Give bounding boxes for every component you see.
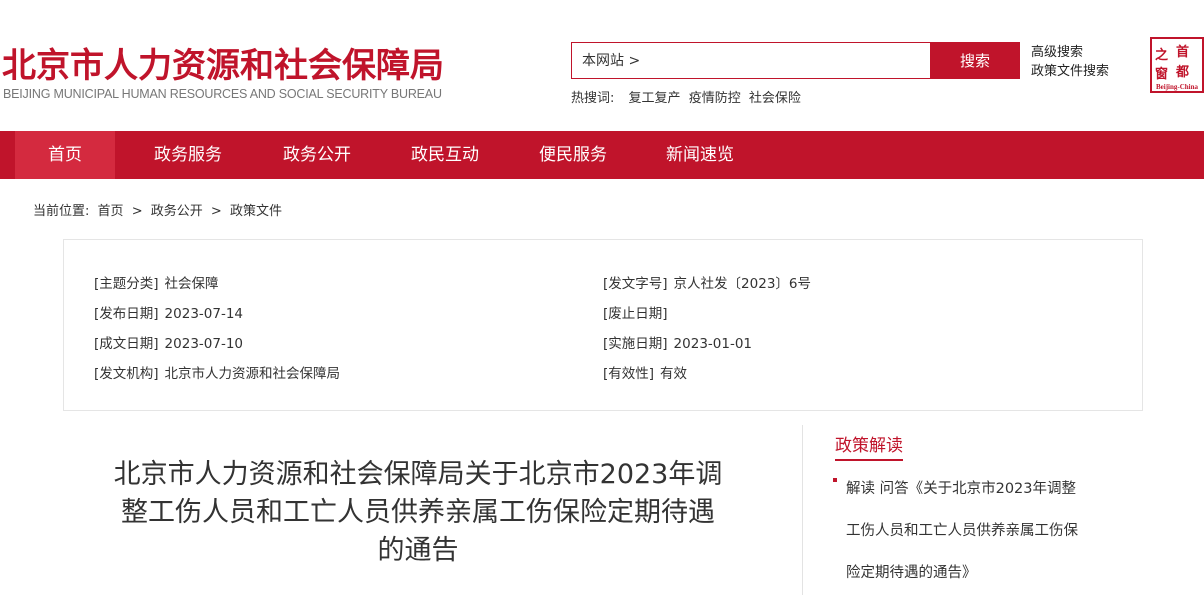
sidebar-title: 政策解读 xyxy=(835,431,903,461)
hot-search: 热搜词: 复工复产 疫情防控 社会保险 xyxy=(571,87,805,106)
info-label: [废止日期] xyxy=(603,306,668,322)
logo-char: 都 xyxy=(1176,65,1190,80)
hot-search-item[interactable]: 社会保险 xyxy=(749,91,801,106)
info-repeal-date: [废止日期] xyxy=(603,302,674,322)
breadcrumb-home[interactable]: 首页 xyxy=(98,204,124,219)
info-label: [发文字号] xyxy=(603,276,668,292)
info-label: [成文日期] xyxy=(94,336,159,352)
info-value: 有效 xyxy=(660,366,688,382)
hot-search-item[interactable]: 疫情防控 xyxy=(689,91,741,106)
info-value: 京人社发〔2023〕6号 xyxy=(673,276,811,292)
link-text-line: 解读 问答《关于北京市2023年调整 xyxy=(846,481,1077,497)
document-info-box: [主题分类] 社会保障 [发文字号] 京人社发〔2023〕6号 [发布日期] 2023… xyxy=(63,239,1143,411)
main-nav: 首页 政务服务 政务公开 政民互动 便民服务 新闻速览 xyxy=(0,131,1204,179)
advanced-links: 高级搜索 政策文件搜索 xyxy=(1031,43,1109,81)
breadcrumb-label: 当前位置: xyxy=(33,204,90,219)
article-title-line: 的通告 xyxy=(377,535,459,566)
info-value: 2023-07-10 xyxy=(164,336,244,352)
nav-item-convenience[interactable]: 便民服务 xyxy=(539,131,607,179)
breadcrumb-separator: > xyxy=(131,204,143,219)
info-label: [发布日期] xyxy=(94,306,159,322)
logo-text: Beijing-China xyxy=(1155,83,1198,91)
info-topic: [主题分类] 社会保障 xyxy=(94,272,219,292)
logo-char: 窗 xyxy=(1155,67,1169,82)
link-text-line: 险定期待遇的通告》 xyxy=(846,565,977,581)
info-validity: [有效性] 有效 xyxy=(603,362,687,382)
search-button[interactable]: 搜索 xyxy=(930,42,1020,79)
search-scope-select[interactable]: 本网站 > xyxy=(582,50,640,70)
article-title-line: 整工伤人员和工亡人员供养亲属工伤保险定期待遇 xyxy=(121,497,715,528)
info-value: 2023-07-14 xyxy=(164,306,244,322)
logo-char: 之 xyxy=(1155,48,1169,63)
site-title[interactable]: 北京市人力资源和社会保障局 xyxy=(2,38,444,87)
info-label: [主题分类] xyxy=(94,276,159,292)
logo-char: 首 xyxy=(1176,45,1190,60)
breadcrumb-public-affairs[interactable]: 政务公开 xyxy=(151,204,203,219)
nav-item-home[interactable]: 首页 xyxy=(15,131,115,179)
nav-item-news[interactable]: 新闻速览 xyxy=(666,131,734,179)
info-publish-date: [发布日期] 2023-07-14 xyxy=(94,302,243,322)
breadcrumb-policy-docs[interactable]: 政策文件 xyxy=(230,204,282,219)
breadcrumb-separator: > xyxy=(210,204,222,219)
article-title: 北京市人力资源和社会保障局关于北京市2023年调 整工伤人员和工亡人员供养亲属工… xyxy=(93,456,743,570)
info-effective-date: [实施日期] 2023-01-01 xyxy=(603,332,752,352)
nav-item-services[interactable]: 政务服务 xyxy=(154,131,222,179)
info-label: [发文机构] xyxy=(94,366,159,382)
nav-item-public-affairs[interactable]: 政务公开 xyxy=(283,131,351,179)
advanced-search-link[interactable]: 高级搜索 xyxy=(1031,43,1109,62)
link-text-line: 工伤人员和工亡人员供养亲属工伤保 xyxy=(846,523,1078,539)
article-title-line: 北京市人力资源和社会保障局关于北京市2023年调 xyxy=(113,459,723,490)
info-created-date: [成文日期] 2023-07-10 xyxy=(94,332,243,352)
policy-search-link[interactable]: 政策文件搜索 xyxy=(1031,62,1109,81)
info-value: 社会保障 xyxy=(164,276,219,292)
info-value: 北京市人力资源和社会保障局 xyxy=(164,366,341,382)
hot-search-item[interactable]: 复工复产 xyxy=(629,91,681,106)
content-divider xyxy=(802,425,803,595)
info-doc-no: [发文字号] 京人社发〔2023〕6号 xyxy=(603,272,811,292)
site-subtitle: BEIJING MUNICIPAL HUMAN RESOURCES AND SO… xyxy=(3,87,442,101)
policy-interpretation-link[interactable]: 解读 问答《关于北京市2023年调整 工伤人员和工亡人员供养亲属工伤保 险定期待… xyxy=(833,468,1123,594)
search-box: 本网站 > xyxy=(571,42,931,79)
nav-item-interaction[interactable]: 政民互动 xyxy=(411,131,479,179)
search-input[interactable] xyxy=(682,45,922,76)
logo-mark: 首 都 之 窗 xyxy=(1152,39,1202,82)
info-label: [实施日期] xyxy=(603,336,668,352)
hot-search-label: 热搜词: xyxy=(571,91,615,106)
info-agency: [发文机构] 北京市人力资源和社会保障局 xyxy=(94,362,340,382)
info-value: 2023-01-01 xyxy=(673,336,753,352)
capital-window-logo[interactable]: 首 都 之 窗 Beijing-China xyxy=(1150,37,1204,93)
info-label: [有效性] xyxy=(603,366,655,382)
site-header: 北京市人力资源和社会保障局 BEIJING MUNICIPAL HUMAN RE… xyxy=(0,0,1204,131)
policy-interpretation-list: 解读 问答《关于北京市2023年调整 工伤人员和工亡人员供养亲属工伤保 险定期待… xyxy=(833,468,1123,594)
breadcrumb: 当前位置: 首页 > 政务公开 > 政策文件 xyxy=(33,200,286,219)
